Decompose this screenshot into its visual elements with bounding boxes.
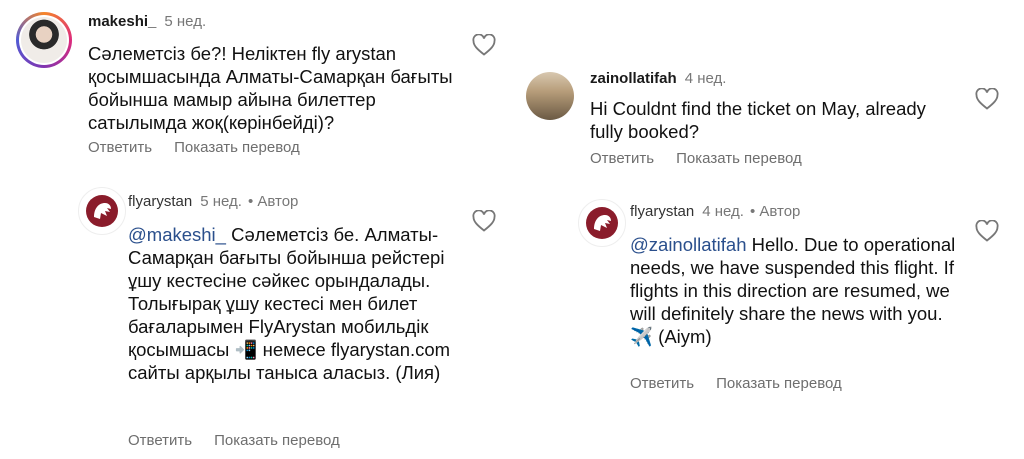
show-translation-button[interactable]: Показать перевод	[716, 375, 842, 392]
heart-outline-icon[interactable]	[472, 34, 496, 56]
comment-makeshi: makeshi_ 5 нед. Сәлеметсіз бе?! Неліктен …	[0, 0, 512, 170]
username[interactable]: makeshi_	[88, 13, 156, 30]
comment-text: @zainollatifah Hello. Due to operational…	[630, 233, 960, 348]
comment-text: @makeshi_ Сәлеметсіз бе. Алматы-Самарқан…	[128, 223, 458, 384]
author-badge: • Автор	[749, 203, 801, 220]
comment-flyarystan-reply-1: flyarystan 5 нед. • Автор @makeshi_ Сәлеме…	[0, 170, 512, 459]
timestamp: 4 нед.	[702, 203, 744, 220]
avatar-zainollatifah[interactable]	[526, 72, 574, 120]
flyarystan-logo-icon	[586, 207, 618, 239]
flyarystan-logo-icon	[86, 195, 118, 227]
show-translation-button[interactable]: Показать перевод	[174, 139, 300, 156]
comment-meta: flyarystan 4 нед. • Автор	[630, 203, 800, 220]
mention-link[interactable]: @makeshi_	[128, 224, 226, 245]
avatar-flyarystan[interactable]	[578, 199, 626, 247]
comment-actions: Ответить Показать перевод	[128, 432, 362, 449]
comment-zainollatifah: zainollatifah 4 нед. Hi Couldnt find the …	[512, 0, 1024, 190]
reply-button[interactable]: Ответить	[128, 432, 192, 449]
heart-outline-icon[interactable]	[975, 88, 999, 110]
comment-actions: Ответить Показать перевод	[88, 139, 322, 156]
comment-body: Сәлеметсіз бе. Алматы-Самарқан бағыты бо…	[128, 224, 451, 383]
show-translation-button[interactable]: Показать перевод	[214, 432, 340, 449]
reply-button[interactable]: Ответить	[88, 139, 152, 156]
reply-button[interactable]: Ответить	[630, 375, 694, 392]
timestamp: 5 нед.	[200, 193, 242, 210]
comment-text: Сәлеметсіз бе?! Неліктен fly arystan қос…	[88, 43, 453, 133]
comment-actions: Ответить Показать перевод	[590, 150, 824, 167]
show-translation-button[interactable]: Показать перевод	[676, 150, 802, 167]
reply-button[interactable]: Ответить	[590, 150, 654, 167]
timestamp: 5 нед.	[164, 13, 207, 30]
username[interactable]: flyarystan	[630, 203, 694, 220]
comment-meta: makeshi_ 5 нед.	[88, 13, 206, 30]
heart-outline-icon[interactable]	[975, 220, 999, 242]
author-badge: • Автор	[247, 193, 299, 210]
comment-meta: zainollatifah 4 нед.	[590, 70, 726, 87]
username[interactable]: flyarystan	[128, 193, 192, 210]
mention-link[interactable]: @zainollatifah	[630, 234, 746, 255]
heart-outline-icon[interactable]	[472, 210, 496, 232]
avatar-flyarystan[interactable]	[78, 187, 126, 235]
comment-text: Hi Couldnt find the ticket on May, alrea…	[590, 98, 926, 142]
comment-flyarystan-reply-2: flyarystan 4 нед. • Автор @zainollatifah H…	[512, 190, 1024, 459]
avatar-makeshi[interactable]	[16, 12, 72, 68]
username[interactable]: zainollatifah	[590, 70, 677, 87]
comment-meta: flyarystan 5 нед. • Автор	[128, 193, 298, 210]
comment-actions: Ответить Показать перевод	[630, 375, 864, 392]
timestamp: 4 нед.	[684, 70, 727, 87]
